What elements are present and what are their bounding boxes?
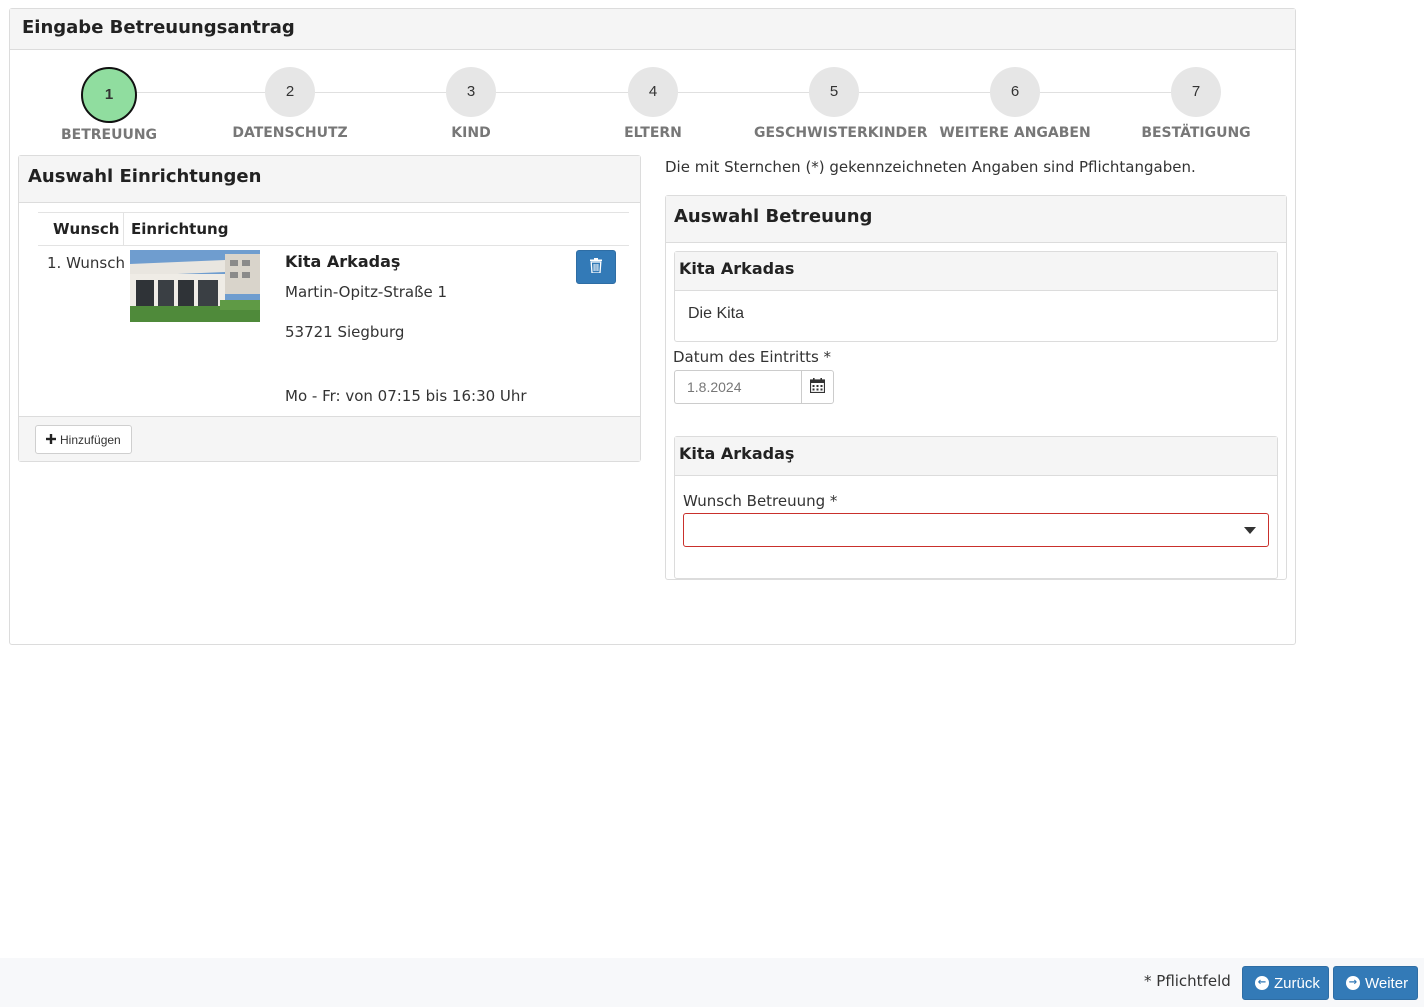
required-fields-note: Die mit Sternchen (*) gekennzeichneten A…	[665, 158, 1196, 176]
arrow-right-circle-icon: →	[1346, 976, 1360, 990]
facility-name: Kita Arkadaş	[285, 252, 401, 271]
step-label: KIND	[451, 125, 491, 141]
step-number: 5	[809, 67, 859, 117]
care-wish-label: Wunsch Betreuung *	[683, 492, 838, 510]
step-number: 1	[81, 67, 137, 123]
step-weitere-angaben[interactable]: 6 WEITERE ANGABEN	[935, 50, 1095, 141]
care-box-title: Kita Arkadaş	[675, 437, 1277, 476]
next-button-label: Weiter	[1365, 974, 1409, 992]
step-label: WEITERE ANGABEN	[939, 125, 1091, 141]
calendar-icon	[809, 377, 826, 397]
step-datenschutz[interactable]: 2 DATENSCHUTZ	[210, 50, 370, 141]
care-wish-select[interactable]	[683, 513, 1269, 547]
plus-icon	[46, 433, 56, 447]
wish-rank: 1. Wunsch	[47, 254, 125, 272]
facility-box-title: Kita Arkadas	[675, 252, 1277, 291]
step-number: 7	[1171, 67, 1221, 117]
add-facility-button[interactable]: Hinzufügen	[35, 425, 132, 454]
chevron-down-icon	[1244, 527, 1256, 534]
facility-opening-hours: Mo - Fr: von 07:15 bis 16:30 Uhr	[285, 387, 527, 405]
step-number: 6	[990, 67, 1040, 117]
facility-photo	[130, 250, 260, 322]
page-title: Eingabe Betreuungsantrag	[10, 9, 1295, 50]
facility-street: Martin-Opitz-Straße 1	[285, 283, 448, 301]
step-label: ELTERN	[624, 125, 682, 141]
next-button[interactable]: → Weiter	[1333, 966, 1418, 1000]
facilities-panel: Auswahl Einrichtungen Wunsch Einrichtung…	[18, 155, 641, 462]
care-panel-title: Auswahl Betreuung	[666, 196, 1286, 243]
column-divider	[123, 213, 124, 245]
step-label: GESCHWISTERKINDER	[754, 125, 928, 141]
facilities-panel-footer: Hinzufügen	[19, 416, 640, 461]
wizard-footer: * Pflichtfeld ← Zurück → Weiter	[0, 958, 1424, 1007]
step-geschwisterkinder[interactable]: 5 GESCHWISTERKINDER	[754, 50, 928, 141]
facility-description-box: Kita Arkadas Die Kita	[674, 251, 1278, 342]
step-kind[interactable]: 3 KIND	[391, 50, 551, 141]
step-label: BESTÄTIGUNG	[1141, 125, 1251, 141]
entry-date-group	[674, 370, 834, 404]
step-label: DATENSCHUTZ	[232, 125, 348, 141]
step-eltern[interactable]: 4 ELTERN	[573, 50, 733, 141]
add-button-label: Hinzufügen	[60, 432, 121, 447]
step-betreuung[interactable]: 1 BETREUUNG	[29, 50, 189, 143]
step-bestaetigung[interactable]: 7 BESTÄTIGUNG	[1116, 50, 1276, 141]
delete-facility-button[interactable]	[576, 250, 616, 284]
wizard-stepper: 1 BETREUUNG 2 DATENSCHUTZ 3 KIND 4 ELTER…	[10, 50, 1295, 154]
required-field-legend: * Pflichtfeld	[1144, 972, 1231, 990]
step-number: 2	[265, 67, 315, 117]
calendar-button[interactable]	[801, 370, 834, 404]
facility-description: Die Kita	[688, 305, 745, 322]
facilities-table-header: Wunsch Einrichtung	[38, 212, 629, 246]
back-button[interactable]: ← Zurück	[1242, 966, 1329, 1000]
back-button-label: Zurück	[1274, 974, 1320, 992]
step-label: BETREUUNG	[60, 127, 158, 143]
entry-date-label: Datum des Eintritts *	[673, 348, 832, 366]
step-number: 3	[446, 67, 496, 117]
column-header-einrichtung: Einrichtung	[131, 220, 229, 238]
facility-city: 53721 Siegburg	[285, 323, 405, 341]
step-number: 4	[628, 67, 678, 117]
facilities-panel-title: Auswahl Einrichtungen	[19, 156, 640, 203]
arrow-left-circle-icon: ←	[1255, 976, 1269, 990]
care-wish-box: Kita Arkadaş Wunsch Betreuung *	[674, 436, 1278, 579]
trash-icon	[590, 257, 602, 277]
entry-date-input[interactable]	[674, 370, 801, 404]
column-header-wunsch: Wunsch	[53, 220, 120, 238]
